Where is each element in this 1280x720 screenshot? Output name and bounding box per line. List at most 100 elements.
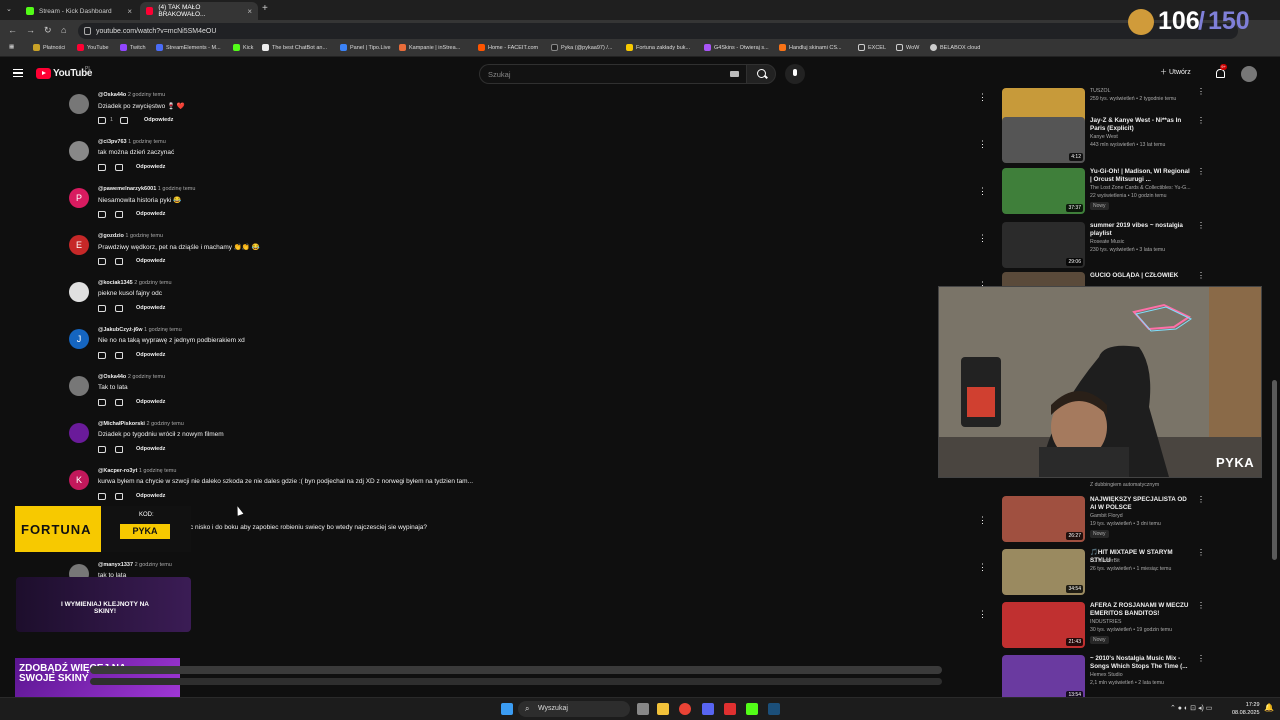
comment-author[interactable]: @kociak1345 (98, 280, 133, 286)
forward-icon[interactable]: → (26, 25, 35, 35)
create-button[interactable]: ＋ Utwórz (1160, 67, 1191, 77)
comment-time[interactable]: 1 godzinę temu (158, 186, 196, 192)
comment-author[interactable]: @MichałPiskorski (98, 421, 145, 427)
video-thumbnail[interactable]: 37:37 (1002, 168, 1085, 214)
comment-avatar[interactable] (69, 282, 89, 302)
comment-avatar[interactable] (69, 141, 89, 161)
video-menu-icon[interactable]: ⋮ (1197, 88, 1205, 96)
like-icon[interactable] (98, 117, 106, 124)
bookmark-item[interactable]: StreamElements - M... (156, 44, 221, 51)
video-channel[interactable]: TUSZOL (1090, 88, 1110, 94)
comment-avatar[interactable]: J (69, 329, 89, 349)
like-icon[interactable] (98, 446, 106, 453)
close-tab-icon[interactable]: × (127, 7, 132, 16)
comment-time[interactable]: 1 godzinę temu (144, 327, 182, 333)
comment-time[interactable]: 1 godzinę temu (125, 233, 163, 239)
bookmark-item[interactable]: BELABOX cloud (930, 44, 980, 51)
related-video[interactable]: 4:12 Jay-Z & Kanye West - Ni**as In Paris… (1002, 117, 1205, 163)
video-menu-icon[interactable]: ⋮ (1197, 168, 1205, 176)
comment-author[interactable]: @pawemelnarzyk6001 (98, 186, 156, 192)
related-video[interactable]: 13:54 ~ 2010's Nostalgia Music Mix - Song… (1002, 655, 1205, 701)
more-actions-icon[interactable]: ⋮ (978, 187, 987, 196)
reply-button[interactable]: Odpowiedz (136, 211, 165, 217)
url-field[interactable]: youtube.com/watch?v=mcNi5SM4eOU (78, 23, 1238, 39)
like-icon[interactable] (98, 305, 106, 312)
voice-search-icon[interactable] (785, 64, 805, 84)
new-tab-button[interactable]: + (262, 3, 268, 14)
comment-time[interactable]: 2 godziny temu (128, 374, 165, 380)
bookmark-folder[interactable]: EXCEL (858, 44, 886, 51)
video-thumbnail[interactable]: 21:43 (1002, 602, 1085, 648)
video-thumbnail[interactable]: 34:54 (1002, 549, 1085, 595)
reply-button[interactable]: Odpowiedz (136, 258, 165, 264)
bookmark-item[interactable]: Płatności (33, 44, 65, 51)
video-title[interactable]: ~ 2010's Nostalgia Music Mix - Songs Whi… (1090, 655, 1190, 671)
reply-button[interactable]: Odpowiedz (136, 446, 165, 452)
comment-author[interactable]: @ci3pv763 (98, 139, 127, 145)
related-video[interactable]: 29:06 summer 2019 vibes ~ nostalgia playl… (1002, 222, 1205, 268)
site-info-icon[interactable] (84, 27, 91, 35)
task-view-icon[interactable] (637, 703, 649, 715)
bookmark-item[interactable]: Kick (233, 44, 253, 51)
reply-button[interactable]: Odpowiedz (136, 493, 165, 499)
bookmark-item[interactable]: The best ChatBot an... (262, 44, 327, 51)
like-icon[interactable] (98, 399, 106, 406)
video-title[interactable]: AFERA Z ROSJANAMI W MECZU EMERITOS BANDI… (1090, 602, 1190, 618)
bookmark-item[interactable]: Twitch (120, 44, 146, 51)
account-avatar[interactable] (1241, 66, 1257, 82)
clock[interactable]: 17:29 08.08.2025 (1232, 701, 1260, 717)
tab-youtube-video[interactable]: (4) TAK MAŁO BRAKOWAŁO... × (140, 2, 258, 20)
tray-icons[interactable]: ⌃ ● ◐ ⊡ ◂) ▭ (1170, 704, 1212, 712)
comment-author[interactable]: @manyx1337 (98, 562, 133, 568)
comment-time[interactable]: 1 godzinę temu (128, 139, 166, 145)
like-icon[interactable] (98, 352, 106, 359)
home-icon[interactable]: ⌂ (61, 25, 66, 35)
video-channel[interactable]: INDUSTRIES (1090, 619, 1121, 625)
comment-time[interactable]: 1 godzinę temu (139, 468, 177, 474)
comment-time[interactable]: 2 godziny temu (146, 421, 183, 427)
like-icon[interactable] (98, 164, 106, 171)
search-button[interactable] (746, 64, 776, 84)
comment-author[interactable]: @gozdzio (98, 233, 124, 239)
tab-kick-dashboard[interactable]: Stream - Kick Dashboard × (20, 2, 138, 20)
dislike-icon[interactable] (115, 211, 123, 218)
dislike-icon[interactable] (115, 493, 123, 500)
keyboard-icon[interactable] (730, 71, 739, 77)
comment-avatar[interactable] (69, 94, 89, 114)
reply-button[interactable]: Odpowiedz (144, 117, 173, 123)
more-actions-icon[interactable]: ⋮ (978, 516, 987, 525)
video-channel[interactable]: DJ MasterBit (1090, 558, 1120, 564)
video-menu-icon[interactable]: ⋮ (1197, 117, 1205, 125)
video-title[interactable]: Yu-Gi-Oh! | Madison, WI Regional | Orcus… (1090, 168, 1190, 184)
video-title[interactable]: summer 2019 vibes ~ nostalgia playlist (1090, 222, 1190, 238)
video-title[interactable]: GUCIO OGLĄDA | CZŁOWIEK (1090, 272, 1190, 280)
comment-author[interactable]: @JakubCzyż-j6w (98, 327, 143, 333)
bookmark-item[interactable]: G4Skins - Otwieraj s... (704, 44, 769, 51)
steam-icon[interactable] (768, 703, 780, 715)
comment-avatar[interactable]: P (69, 188, 89, 208)
comment-time[interactable]: 2 godziny temu (135, 562, 172, 568)
kick-studio-icon[interactable] (746, 703, 758, 715)
comment-avatar[interactable]: K (69, 470, 89, 490)
dislike-icon[interactable] (115, 446, 123, 453)
bookmark-item[interactable]: Kampanie | inStrea... (399, 44, 460, 51)
video-thumbnail[interactable]: 26:27 (1002, 496, 1085, 542)
video-menu-icon[interactable]: ⋮ (1197, 222, 1205, 230)
comment-author[interactable]: @Oska44o (98, 374, 126, 380)
close-tab-icon[interactable]: × (247, 7, 252, 16)
tab-menu-icon[interactable]: ⌄ (6, 5, 12, 13)
youtube-logo-icon[interactable] (36, 68, 51, 79)
video-thumbnail[interactable]: 29:06 (1002, 222, 1085, 268)
windows-start-icon[interactable] (501, 703, 513, 715)
comment-avatar[interactable] (69, 423, 89, 443)
bookmark-folder[interactable]: WoW (896, 44, 919, 51)
video-channel[interactable]: Kanye West (1090, 134, 1118, 140)
like-icon[interactable] (98, 493, 106, 500)
menu-icon[interactable] (13, 69, 23, 77)
like-icon[interactable] (98, 211, 106, 218)
related-video[interactable]: 34:54 🎵HIT MIXTAPE W STARYM STYLU DJ Maste… (1002, 549, 1205, 595)
video-title[interactable]: Jay-Z & Kanye West - Ni**as In Paris (Ex… (1090, 117, 1190, 133)
notifications-icon[interactable] (1216, 69, 1225, 78)
like-icon[interactable] (98, 258, 106, 265)
video-thumbnail[interactable]: 13:54 (1002, 655, 1085, 701)
